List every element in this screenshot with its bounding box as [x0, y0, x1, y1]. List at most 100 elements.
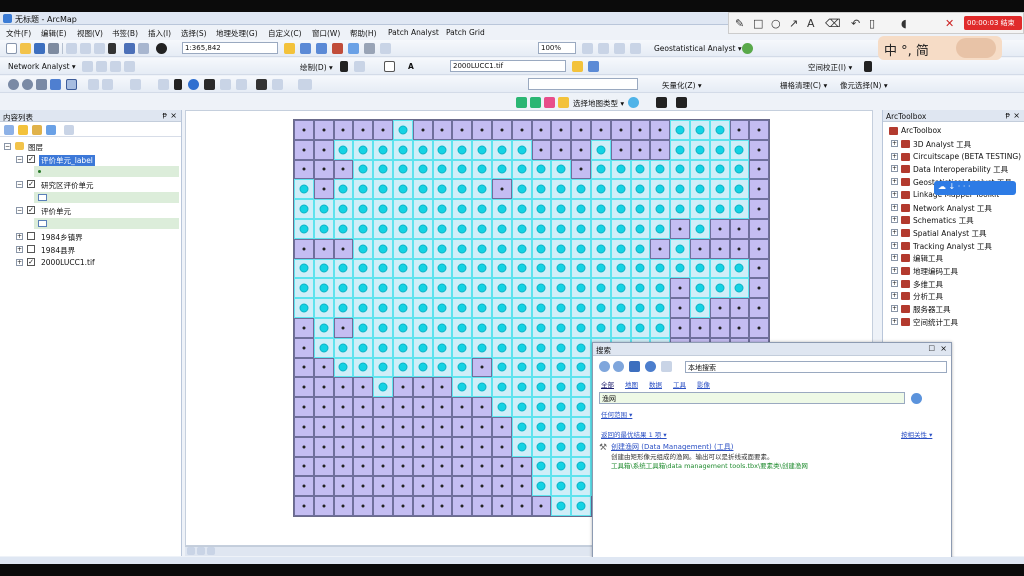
search-icon[interactable] — [911, 393, 922, 404]
layer-checkbox[interactable]: ✓ — [27, 258, 35, 266]
text-icon[interactable]: A — [807, 17, 815, 30]
catalog-icon[interactable] — [316, 43, 327, 54]
layer-checkbox[interactable]: ✓ — [27, 206, 35, 214]
any-extent-link[interactable]: 任何范围 ▾ — [601, 409, 632, 419]
menu-patch-grid[interactable]: Patch Grid — [446, 28, 485, 37]
list-by-selection-icon[interactable] — [46, 125, 56, 135]
expand-icon[interactable]: + — [891, 279, 898, 287]
close-icon[interactable]: × — [1013, 111, 1020, 120]
search-result-item[interactable]: ⚒ 创建渔网 (Data Management) (工具) 创建由矩形像元组成的… — [593, 442, 951, 472]
geostatistical-analyst-menu[interactable]: Geostatistical Analyst ▾ — [654, 44, 742, 53]
options-icon[interactable] — [64, 125, 74, 135]
cloud-upload-button[interactable]: ☁ ↓ · · · — [934, 181, 1016, 195]
network-tool-icon-4[interactable] — [124, 61, 135, 72]
select-elements-icon[interactable] — [340, 61, 348, 72]
search-scope-select[interactable]: 本地搜索 — [685, 361, 947, 373]
rotate-icon[interactable] — [354, 61, 365, 72]
recording-timer[interactable]: 00:00:03 结束 — [964, 16, 1022, 30]
maximize-icon[interactable]: □ — [928, 344, 935, 352]
collapse-icon[interactable]: − — [4, 143, 11, 150]
expand-icon[interactable]: + — [891, 178, 898, 186]
rectangle-icon[interactable]: □ — [753, 17, 763, 30]
raster-cleanup-menu[interactable]: 栅格清理(C) ▾ — [780, 80, 827, 91]
close-icon[interactable]: × — [940, 344, 947, 353]
expand-icon[interactable]: + — [891, 228, 898, 236]
book-icon[interactable] — [676, 97, 687, 108]
arrow-icon[interactable]: ↗ — [789, 17, 798, 30]
tab-data[interactable]: 数据 — [649, 379, 662, 389]
raster-tool-icon-2[interactable] — [588, 61, 599, 72]
select-features-icon[interactable] — [130, 79, 141, 90]
list-by-visibility-icon[interactable] — [32, 125, 42, 135]
georeferencing-menu[interactable]: 空间校正(I) ▾ — [808, 62, 852, 73]
binoculars-icon[interactable] — [256, 79, 267, 90]
add-icon[interactable] — [530, 97, 541, 108]
speaker-icon[interactable]: ◖ — [901, 17, 907, 30]
play-icon[interactable] — [516, 97, 527, 108]
expand-icon[interactable]: + — [891, 305, 898, 313]
result-count[interactable]: 返回的最优结果 1 项 ▾ — [601, 429, 667, 439]
pen-icon[interactable]: ✎ — [735, 17, 744, 30]
layout-tool-icon-2[interactable] — [598, 43, 609, 54]
expand-icon[interactable]: + — [891, 317, 898, 325]
raster-tool-icon[interactable] — [572, 61, 583, 72]
tab-images[interactable]: 影像 — [697, 379, 710, 389]
expand-icon[interactable]: + — [891, 165, 898, 173]
time-slider-icon[interactable] — [298, 79, 312, 90]
expand-icon[interactable]: + — [891, 203, 898, 211]
table-of-contents-icon[interactable] — [300, 43, 311, 54]
network-tool-icon-3[interactable] — [110, 61, 121, 72]
layer-checkbox[interactable] — [27, 232, 35, 240]
print-icon[interactable] — [48, 43, 59, 54]
menu-edit[interactable]: 编辑(E) — [41, 28, 67, 39]
pan-icon[interactable] — [36, 79, 47, 90]
menu-bookmarks[interactable]: 书签(B) — [112, 28, 138, 39]
back-icon[interactable] — [599, 361, 610, 372]
rectangle-icon[interactable] — [384, 61, 395, 72]
fixed-zoom-icon[interactable] — [66, 79, 77, 90]
model-builder-icon[interactable] — [380, 43, 391, 54]
home-icon[interactable] — [629, 361, 640, 372]
expand-icon[interactable]: + — [16, 259, 23, 266]
open-icon[interactable] — [20, 43, 31, 54]
refresh-icon[interactable] — [207, 547, 215, 555]
expand-icon[interactable]: + — [891, 267, 898, 274]
collapse-icon[interactable]: − — [16, 156, 23, 163]
layer-icon[interactable] — [558, 97, 569, 108]
editor-icon[interactable] — [284, 43, 295, 54]
expand-icon[interactable]: + — [16, 233, 23, 240]
forward-extent-icon[interactable] — [102, 79, 113, 90]
layout-tool-icon-4[interactable] — [630, 43, 641, 54]
layout-tool-icon[interactable] — [582, 43, 593, 54]
copy-icon[interactable] — [80, 43, 91, 54]
tab-tools[interactable]: 工具 — [673, 379, 686, 389]
python-icon[interactable] — [364, 43, 375, 54]
expand-icon[interactable]: + — [891, 140, 898, 147]
close-icon[interactable]: ✕ — [945, 17, 954, 30]
layer-checkbox[interactable] — [27, 245, 35, 253]
data-view-icon[interactable] — [187, 547, 195, 555]
layer-checkbox[interactable]: ✓ — [27, 155, 35, 163]
search-window-icon[interactable] — [348, 43, 359, 54]
redo-icon[interactable] — [138, 43, 149, 54]
basemap-icon[interactable] — [544, 97, 555, 108]
map-scale-input[interactable]: 1:365,842 — [182, 42, 278, 54]
identify-icon[interactable] — [188, 79, 199, 90]
menu-geoprocessing[interactable]: 地理处理(G) — [216, 28, 258, 39]
zoom-in-icon[interactable] — [8, 79, 19, 90]
sort-menu[interactable]: 按相关性 ▾ — [901, 429, 932, 439]
arctoolbox-icon[interactable] — [332, 43, 343, 54]
tab-all[interactable]: 全部 — [601, 379, 614, 389]
route-icon[interactable] — [272, 79, 283, 90]
menu-file[interactable]: 文件(F) — [6, 28, 31, 39]
clear-selection-icon[interactable] — [158, 79, 169, 90]
menu-customize[interactable]: 自定义(C) — [268, 28, 302, 39]
undo-icon[interactable] — [124, 43, 135, 54]
add-data-icon[interactable] — [156, 43, 167, 54]
layout-view-icon[interactable] — [197, 547, 205, 555]
tab-maps[interactable]: 地图 — [625, 379, 638, 389]
layout-zoom-input[interactable]: 100% — [538, 42, 576, 54]
close-icon[interactable]: × — [170, 111, 177, 120]
network-tool-icon[interactable] — [82, 61, 93, 72]
forward-icon[interactable] — [613, 361, 624, 372]
